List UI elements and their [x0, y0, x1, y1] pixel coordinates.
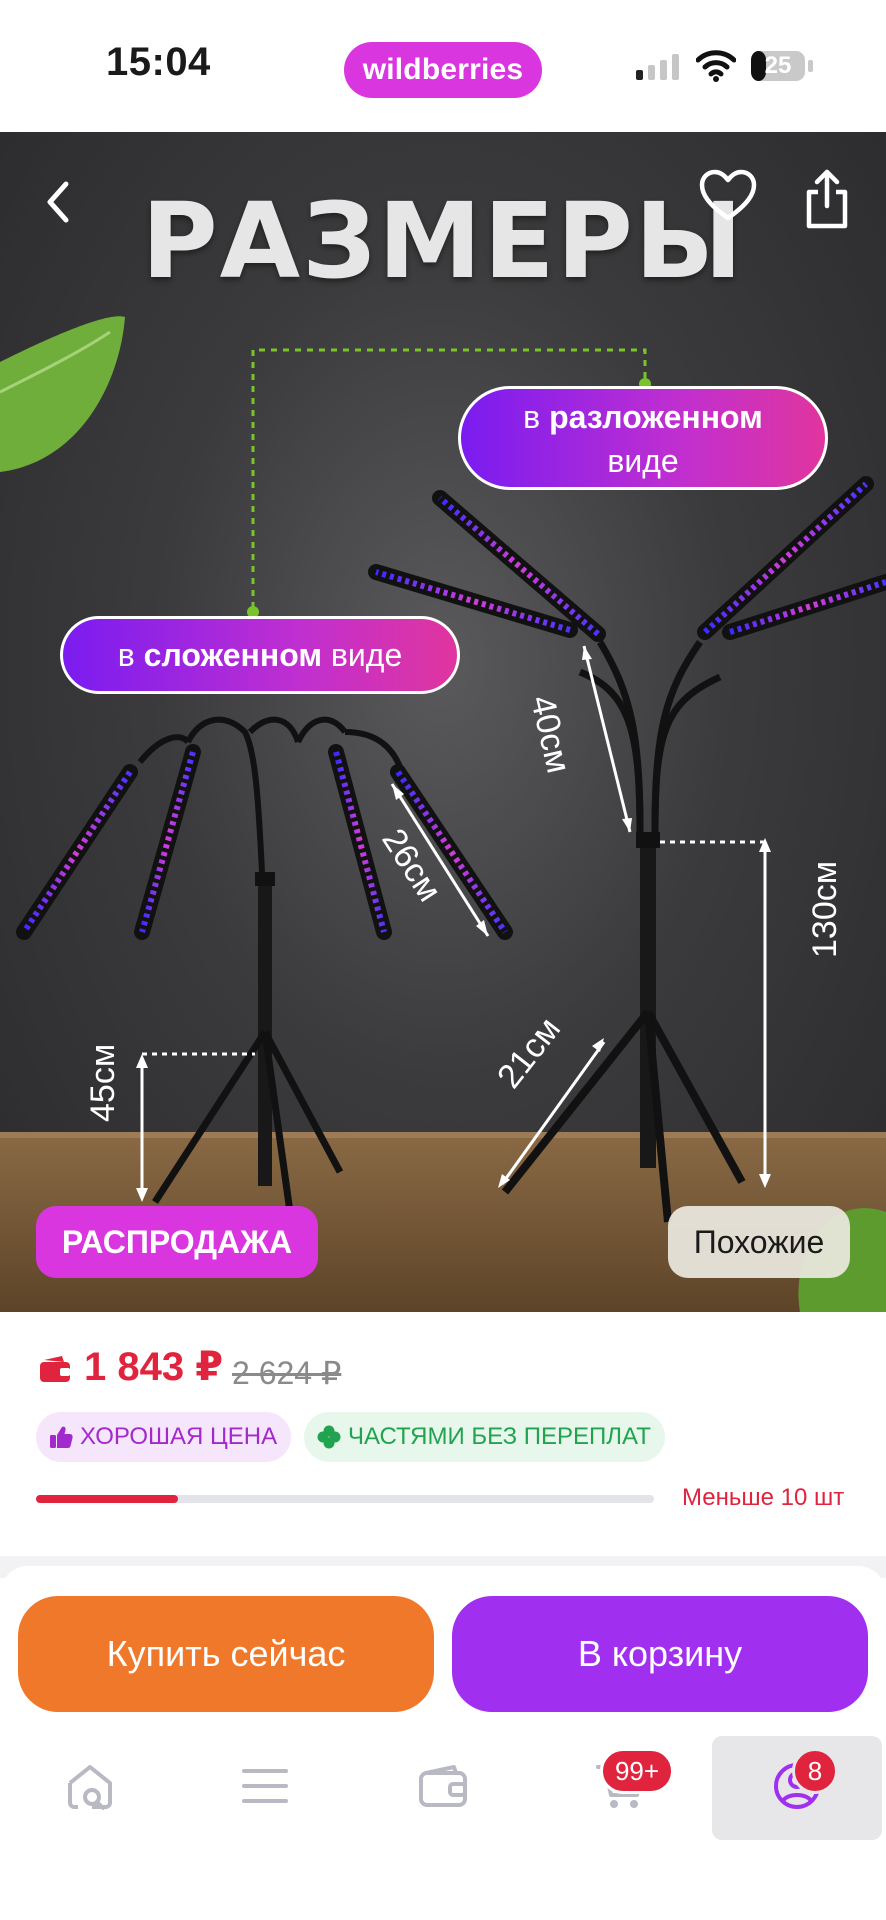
installments-tag[interactable]: ЧАСТЯМИ БЕЗ ПЕРЕПЛАТ — [304, 1412, 665, 1462]
add-to-cart-button[interactable]: В корзину — [452, 1596, 868, 1712]
bottom-tab-bar: 99+ 8 — [0, 1730, 886, 1920]
share-icon[interactable] — [800, 168, 854, 230]
good-price-tag[interactable]: ХОРОШАЯ ЦЕНА — [36, 1412, 292, 1462]
current-price: 1 843 ₽ — [84, 1345, 224, 1389]
old-price: 2 624 ₽ — [232, 1355, 342, 1391]
dim-stand-folded: 45см — [84, 1043, 122, 1122]
status-time: 15:04 — [106, 40, 211, 84]
profile-count-badge: 8 — [792, 1748, 838, 1794]
tab-home[interactable] — [26, 1736, 156, 1836]
back-icon[interactable] — [38, 174, 78, 230]
cart-count-badge: 99+ — [600, 1748, 674, 1794]
product-photo — [0, 316, 886, 1312]
signal-icon — [636, 54, 679, 80]
home-search-icon — [68, 1765, 112, 1810]
brand-logo: wildberries — [344, 42, 542, 98]
stock-progress-bar — [36, 1495, 654, 1503]
battery-level: 25 — [764, 52, 792, 79]
label-text: виде — [330, 636, 403, 673]
wallet-icon — [419, 1765, 467, 1807]
label-folded: в сложенном виде — [60, 616, 460, 694]
tab-wallet[interactable] — [378, 1736, 508, 1836]
stock-label: Меньше 10 шт — [682, 1484, 845, 1511]
buy-now-button[interactable]: Купить сейчас — [18, 1596, 434, 1712]
clover-icon — [317, 1425, 341, 1449]
similar-button[interactable]: Похожие — [668, 1206, 850, 1278]
status-bar: 15:04 wildberries 25 — [0, 0, 886, 132]
good-price-label: ХОРОШАЯ ЦЕНА — [80, 1423, 278, 1450]
label-text: виде — [607, 443, 679, 479]
stock-progress-fill — [36, 1495, 179, 1503]
dim-stand-unfolded: 130см — [806, 860, 844, 958]
label-unfolded: в разложенном виде — [458, 386, 828, 490]
tab-catalog[interactable] — [200, 1736, 330, 1836]
label-text: в — [117, 636, 135, 673]
action-bar: Купить сейчас В корзину — [0, 1566, 886, 1730]
label-text-bold: разложенном — [549, 399, 763, 435]
installments-label: ЧАСТЯМИ БЕЗ ПЕРЕПЛАТ — [348, 1423, 651, 1450]
wallet-price-icon — [40, 1356, 70, 1382]
product-image-gallery[interactable]: РАЗМЕРЫ в разложенном виде в сложенном в… — [0, 132, 886, 1312]
leaf-decoration — [0, 316, 125, 472]
label-text-bold: сложенном — [143, 636, 322, 673]
thumbs-up-icon — [50, 1426, 73, 1448]
sale-badge[interactable]: РАСПРОДАЖА — [36, 1206, 318, 1278]
price-card: 1 843 ₽ 2 624 ₽ ХОРОШАЯ ЦЕНА ЧАСТЯМИ БЕЗ… — [0, 1312, 886, 1556]
heart-icon[interactable] — [698, 168, 758, 224]
label-text: в — [523, 399, 541, 435]
menu-icon — [242, 1769, 288, 1803]
wifi-icon — [696, 50, 736, 82]
